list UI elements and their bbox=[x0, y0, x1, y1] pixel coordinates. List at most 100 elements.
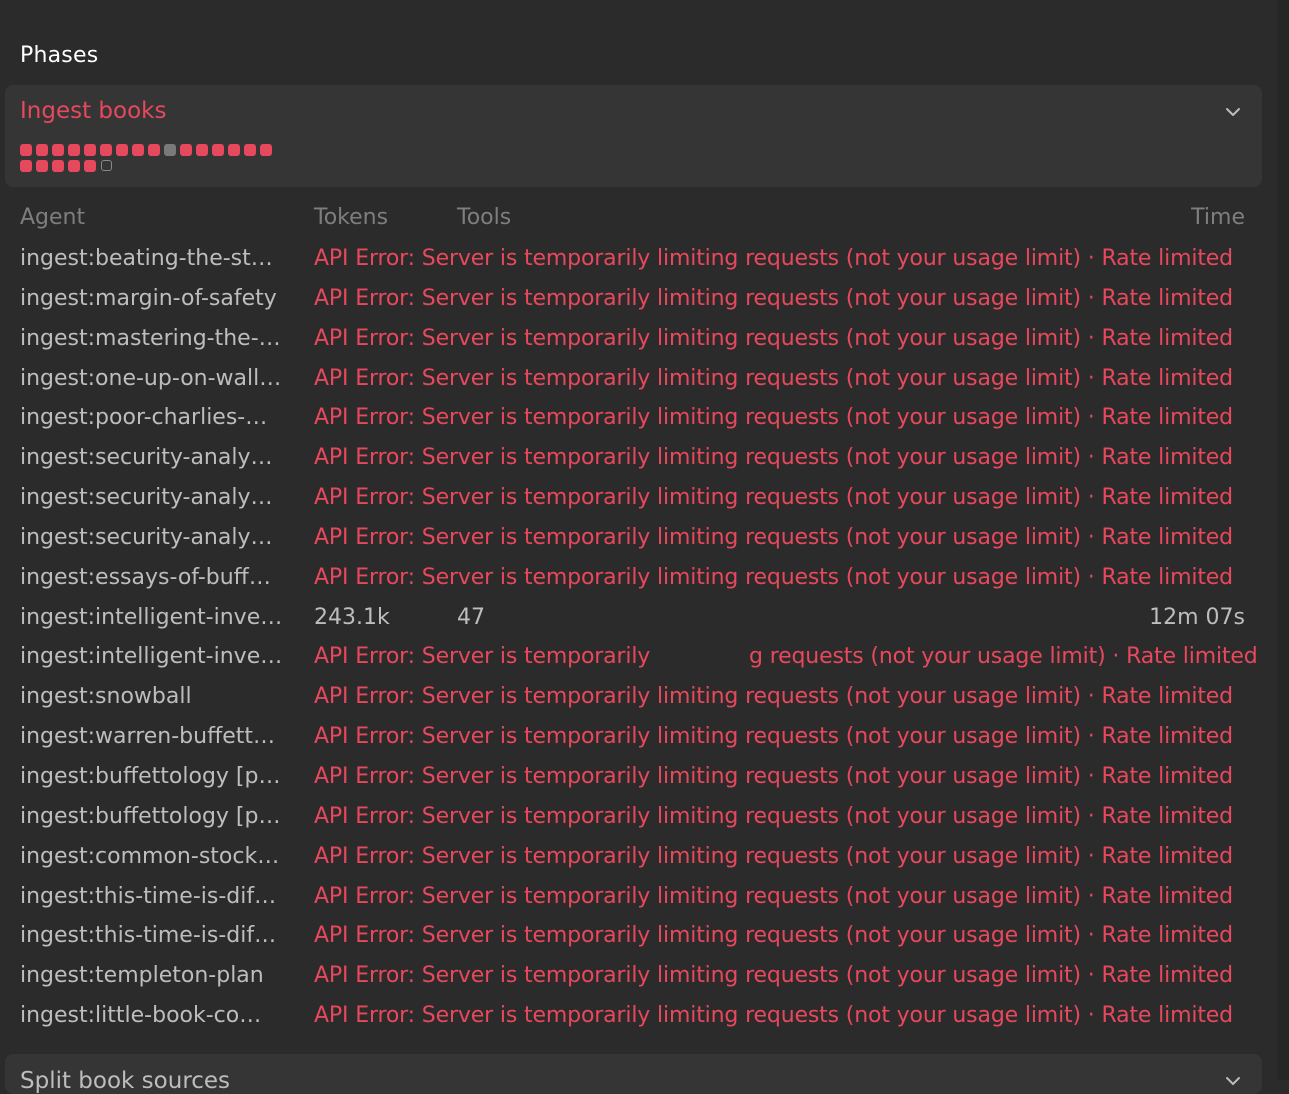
agent-name: ingest:templeton-plan bbox=[20, 963, 264, 989]
status-dot-error bbox=[100, 144, 112, 156]
agent-name: ingest:margin-of-safety bbox=[20, 285, 277, 311]
agent-name: ingest:intelligent-inve… bbox=[20, 604, 283, 630]
header-tokens: Tokens bbox=[314, 205, 389, 230]
status-dot-error bbox=[116, 144, 128, 156]
header-agent: Agent bbox=[20, 205, 86, 230]
status-dot-error bbox=[52, 160, 64, 172]
table-row[interactable]: ingest:intelligent-inve… API Error: Serve… bbox=[20, 637, 1258, 678]
error-message: API Error: Server is temporarily limitin… bbox=[314, 325, 1233, 351]
agent-name: ingest:buffettology [p… bbox=[20, 803, 281, 829]
table-row[interactable]: ingest:this-time-is-dif… API Error: Serve… bbox=[20, 916, 1245, 956]
error-message: API Error: Server is temporarily limitin… bbox=[314, 803, 1233, 829]
error-message: API Error: Server is temporarily limitin… bbox=[314, 724, 1233, 750]
table-row[interactable]: ingest:little-book-co… API Error: Server … bbox=[20, 996, 1245, 1036]
error-message: API Error: Server is temporarily limitin… bbox=[314, 405, 1233, 431]
status-dot-error bbox=[212, 144, 224, 156]
status-dot-neutral bbox=[164, 144, 176, 156]
status-dot-error bbox=[36, 144, 48, 156]
agent-name: ingest:essays-of-buff… bbox=[20, 564, 271, 590]
status-dot-error bbox=[68, 160, 80, 172]
error-message: API Error: Server is temporarily limitin… bbox=[314, 963, 1233, 989]
error-message: API Error: Server is temporarily limitin… bbox=[314, 564, 1233, 590]
agent-name: ingest:mastering-the-… bbox=[20, 325, 281, 351]
error-message: API Error: Server is temporarily limitin… bbox=[314, 843, 1233, 869]
status-dot-error bbox=[180, 144, 192, 156]
agent-name: ingest:security-analy… bbox=[20, 445, 273, 471]
tooltip-overlay bbox=[657, 637, 750, 678]
agent-name: ingest:one-up-on-wall… bbox=[20, 365, 282, 391]
status-dot-error bbox=[20, 160, 32, 172]
table-row[interactable]: ingest:templeton-plan API Error: Server i… bbox=[20, 956, 1245, 996]
status-dot-error bbox=[228, 144, 240, 156]
table-row[interactable]: ingest:snowball API Error: Server is temp… bbox=[20, 677, 1245, 717]
table-row[interactable]: ingest:security-analy… API Error: Server … bbox=[20, 518, 1245, 558]
agent-name: ingest:warren-buffett… bbox=[20, 724, 276, 750]
time-value: 12m 07s bbox=[1149, 604, 1245, 630]
agent-name: ingest:little-book-co… bbox=[20, 1003, 262, 1029]
agent-name: ingest:poor-charlies-… bbox=[20, 405, 268, 431]
status-dot-error bbox=[20, 144, 32, 156]
error-message: API Error: Server is temporarily limitin… bbox=[314, 1003, 1233, 1029]
agent-name: ingest:beating-the-st… bbox=[20, 246, 273, 271]
status-dot-error bbox=[196, 144, 208, 156]
table-row[interactable]: ingest:essays-of-buff… API Error: Server … bbox=[20, 558, 1245, 598]
table-row[interactable]: ingest:margin-of-safety API Error: Server… bbox=[20, 279, 1245, 319]
table-row[interactable]: ingest:this-time-is-dif… API Error: Serve… bbox=[20, 877, 1245, 917]
error-message: API Error: Server is temporarily limitin… bbox=[314, 684, 1233, 710]
table-row[interactable]: ingest:poor-charlies-… API Error: Server … bbox=[20, 398, 1245, 438]
table-row[interactable]: ingest:beating-the-st… API Error: Server … bbox=[20, 239, 1245, 279]
section-title: Phases bbox=[20, 43, 99, 68]
error-message: API Error: Server is temporarily limitin… bbox=[314, 485, 1233, 511]
agent-name: ingest:snowball bbox=[20, 684, 192, 710]
status-dot-error bbox=[52, 144, 64, 156]
table-row[interactable]: ingest:intelligent-inve… 243.1k 47 12m 07s bbox=[20, 598, 1245, 638]
error-message: API Error: Server is temporarily limitin… bbox=[314, 524, 1233, 550]
status-dot-error bbox=[36, 160, 48, 172]
table-header: Agent Tokens Tools Time bbox=[20, 205, 1245, 235]
error-message: API Error: Server is temporarily limitin… bbox=[314, 285, 1233, 311]
status-dot-error bbox=[68, 144, 80, 156]
status-dot-error bbox=[132, 144, 144, 156]
status-dot-error bbox=[84, 160, 96, 172]
agent-name: ingest:common-stock… bbox=[20, 843, 280, 869]
tokens-value: 243.1k bbox=[314, 604, 390, 630]
error-message: API Error: Server is temporarily limitin… bbox=[314, 246, 1233, 271]
tools-value: 47 bbox=[457, 604, 485, 630]
phase-status-dots bbox=[20, 144, 280, 172]
table-row[interactable]: ingest:buffettology [p… API Error: Server… bbox=[20, 797, 1245, 837]
status-dot-error bbox=[148, 144, 160, 156]
phase-name: Ingest books bbox=[20, 98, 167, 124]
agent-name: ingest:this-time-is-dif… bbox=[20, 883, 277, 909]
table-row[interactable]: ingest:security-analy… API Error: Server … bbox=[20, 478, 1245, 518]
agent-name: ingest:security-analy… bbox=[20, 485, 273, 511]
status-dot-pending bbox=[101, 160, 112, 171]
status-dot-error bbox=[84, 144, 96, 156]
agent-table: ingest:beating-the-st… API Error: Server … bbox=[20, 239, 1258, 1036]
agent-name: ingest:intelligent-inve… bbox=[20, 644, 283, 670]
phase-card-split-book-sources[interactable]: Split book sources bbox=[5, 1054, 1262, 1094]
phase-card-ingest-books[interactable]: Ingest books bbox=[5, 85, 1262, 187]
table-row[interactable]: ingest:one-up-on-wall… API Error: Server … bbox=[20, 359, 1245, 399]
table-row[interactable]: ingest:common-stock… API Error: Server is… bbox=[20, 837, 1245, 877]
agent-name: ingest:buffettology [p… bbox=[20, 763, 281, 789]
table-row[interactable]: ingest:mastering-the-… API Error: Server … bbox=[20, 319, 1245, 359]
error-message: API Error: Server is temporarily g reque… bbox=[314, 637, 1258, 678]
error-message: API Error: Server is temporarily limitin… bbox=[314, 883, 1233, 909]
agent-name: ingest:security-analy… bbox=[20, 524, 273, 550]
error-message: API Error: Server is temporarily limitin… bbox=[314, 365, 1233, 391]
error-message: API Error: Server is temporarily limitin… bbox=[314, 923, 1233, 949]
header-tools: Tools bbox=[457, 205, 512, 230]
status-dot-error bbox=[244, 144, 256, 156]
table-row[interactable]: ingest:warren-buffett… API Error: Server … bbox=[20, 717, 1245, 757]
chevron-down-icon[interactable] bbox=[1224, 103, 1242, 121]
status-dot-error bbox=[260, 144, 272, 156]
header-time: Time bbox=[1191, 205, 1245, 230]
table-row[interactable]: ingest:security-analy… API Error: Server … bbox=[20, 438, 1245, 478]
error-message: API Error: Server is temporarily limitin… bbox=[314, 763, 1233, 789]
chevron-down-icon[interactable] bbox=[1224, 1072, 1242, 1090]
agent-name: ingest:this-time-is-dif… bbox=[20, 923, 277, 949]
phase-name: Split book sources bbox=[20, 1068, 231, 1094]
error-message: API Error: Server is temporarily limitin… bbox=[314, 445, 1233, 471]
scrollbar[interactable] bbox=[1277, 0, 1289, 1080]
table-row[interactable]: ingest:buffettology [p… API Error: Server… bbox=[20, 757, 1245, 797]
